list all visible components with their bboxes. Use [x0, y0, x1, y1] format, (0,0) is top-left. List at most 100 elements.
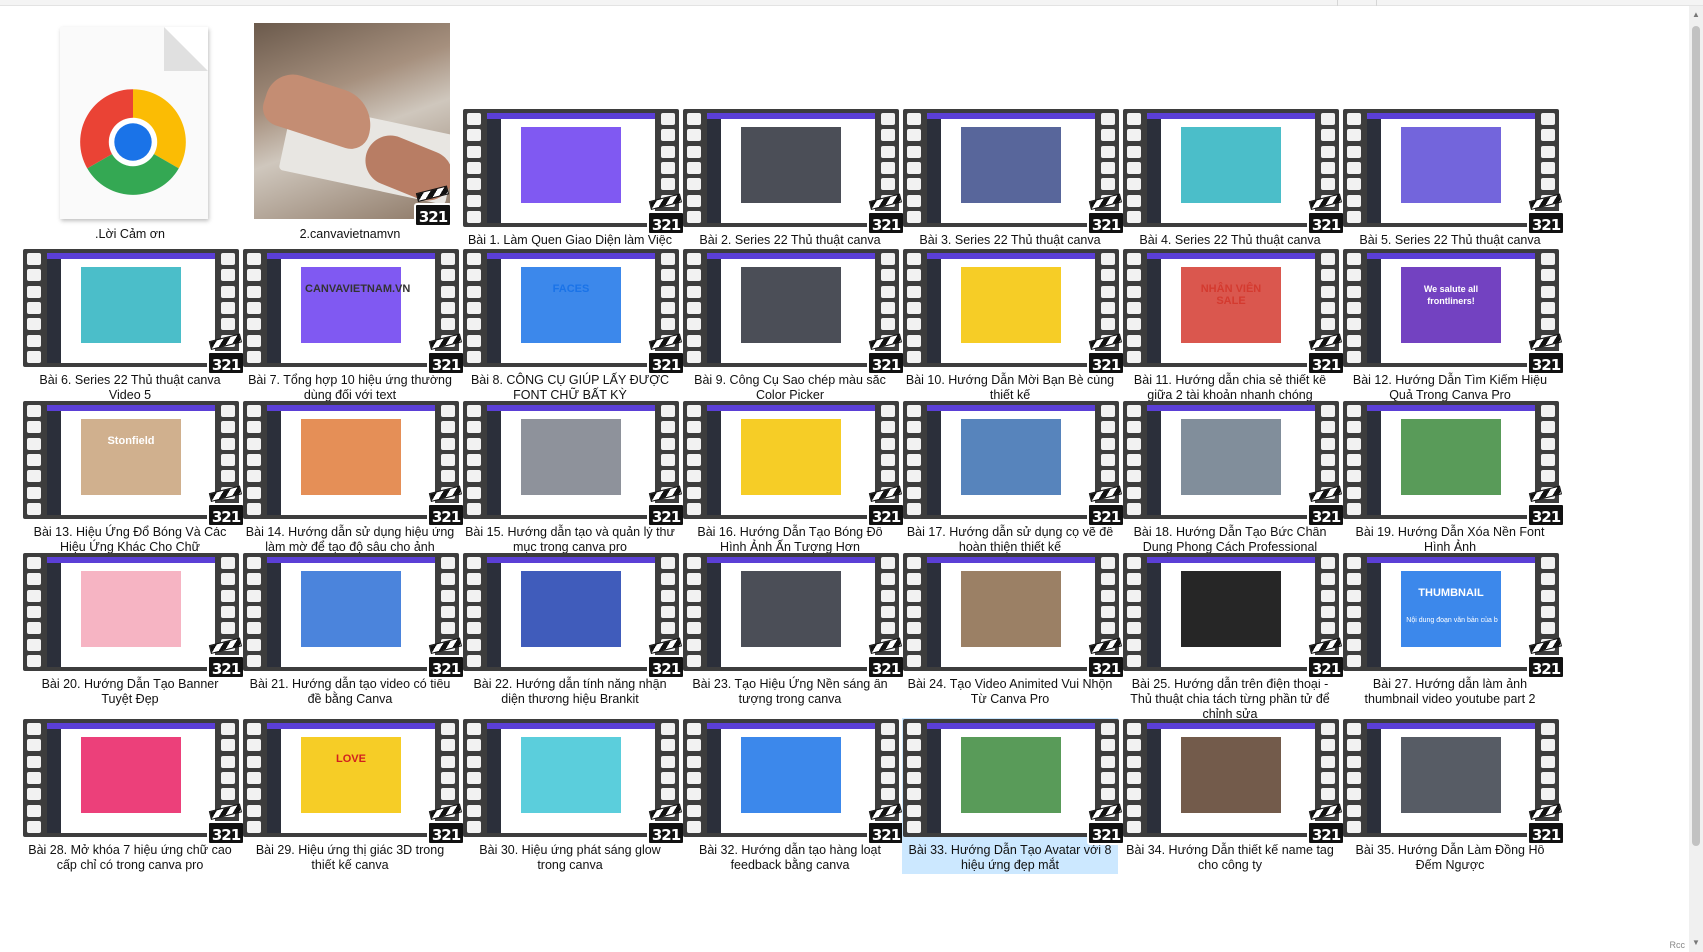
media-player-classic-icon: 321 — [1527, 803, 1565, 845]
video-preview — [707, 557, 875, 667]
video-preview — [487, 723, 655, 833]
video-file-item[interactable]: 321Bài 1. Làm Quen Giao Diện làm Việc Ca… — [462, 108, 685, 264]
video-file-item[interactable]: CANVAVIETNAM.VN 321 Bài 7. Tổng hợp 10 hiệ… — [242, 248, 465, 404]
film-strip-holes — [687, 405, 701, 515]
file-thumbnail: 321 — [903, 719, 1125, 845]
video-file-item[interactable]: 321Bài 5. Series 22 Thủ thuật canva Vide… — [1342, 108, 1565, 264]
video-file-item[interactable]: THUMBNAIL Nội dung đoạn văn bản của b 321 B… — [1342, 552, 1565, 708]
film-strip-holes — [1347, 405, 1361, 515]
video-file-item[interactable]: 321 Bài 16. Hướng Dẫn Tạo Bóng Đổ Hình Ản… — [682, 400, 905, 556]
file-thumbnail: 321 — [1123, 109, 1345, 235]
video-file-item[interactable]: 321 Bài 19. Hướng Dẫn Xóa Nền Font Hình Ả… — [1342, 400, 1565, 556]
video-preview — [267, 405, 435, 515]
video-file-item[interactable]: 321 Bài 17. Hướng dẫn sử dụng cọ vẽ để ho… — [902, 400, 1125, 556]
video-file-item[interactable]: NHÂN VIÊN SALE 321 Bài 11. Hướng dẫn chia … — [1122, 248, 1345, 404]
video-file-item[interactable]: 321 Bài 22. Hướng dẫn tính năng nhận diện… — [462, 552, 685, 708]
video-file-item[interactable]: Stonfield 321 Bài 13. Hiệu Ứng Đổ Bóng Và … — [22, 400, 245, 556]
file-thumbnail: 321 — [903, 249, 1125, 375]
video-preview — [1367, 405, 1535, 515]
video-preview: Stonfield — [47, 405, 215, 515]
badge-number: 321 — [1527, 503, 1565, 527]
video-file-item[interactable]: We salute all frontliners! 321 Bài 12. Hướ… — [1342, 248, 1565, 404]
badge-number: 321 — [647, 655, 685, 679]
video-file-item[interactable]: 321 Bài 14. Hướng dẫn sử dụng hiệu ứng là… — [242, 400, 465, 556]
video-file-item[interactable]: 321Bài 2. Series 22 Thủ thuật canva Vide… — [682, 108, 905, 264]
video-thumbnail: 321 — [1343, 401, 1565, 527]
file-name-label: Bài 21. Hướng dẫn tạo video có tiêu đề b… — [249, 677, 451, 706]
video-file-item[interactable]: 321Bài 4. Series 22 Thủ thuật canva Vide… — [1122, 108, 1345, 264]
file-name-label: Bài 24. Tạo Video Animited Vui Nhộn Từ C… — [907, 677, 1113, 706]
video-file-item[interactable]: 321 Bài 28. Mở khóa 7 hiệu ứng chữ cao cấ… — [22, 718, 245, 874]
badge-number: 321 — [1087, 821, 1125, 845]
media-player-classic-icon: 321 — [867, 485, 905, 527]
film-strip-holes — [687, 253, 701, 363]
file-name-label: Bài 23. Tạo Hiệu Ứng Nền sáng ấn tượng t… — [692, 677, 888, 706]
vertical-scrollbar[interactable]: ▲ ▼ — [1689, 6, 1703, 952]
badge-number: 321 — [867, 211, 905, 235]
file-thumbnail: 321 — [243, 401, 465, 527]
video-thumbnail: We salute all frontliners! 321 — [1343, 249, 1565, 375]
file-name-label: Bài 22. Hướng dẫn tính năng nhận diện th… — [473, 677, 667, 706]
video-preview — [707, 253, 875, 363]
video-file-item[interactable]: 321 Bài 30. Hiệu ứng phát sáng glow trong… — [462, 718, 685, 874]
badge-number: 321 — [207, 351, 245, 375]
thumbnail-subcaption: Nội dung đoạn văn bản của b — [1406, 617, 1498, 624]
video-thumbnail: THUMBNAIL Nội dung đoạn văn bản của b 321 — [1343, 553, 1565, 679]
badge-number: 321 — [1087, 655, 1125, 679]
video-file-item[interactable]: 321 Bài 18. Hướng Dẫn Tạo Bức Chân Dung P… — [1122, 400, 1345, 556]
video-file-item[interactable]: 321Bài 3. Series 22 Thủ thuật canva Vide… — [902, 108, 1125, 264]
thumbnail-caption: We salute all frontliners! — [1423, 284, 1479, 306]
thumbnail-caption: FACES — [552, 283, 590, 295]
file-name-label: Bài 8. CÔNG CỤ GIÚP LẤY ĐƯỢC FONT CHỮ BẤ… — [470, 373, 670, 402]
file-thumbnail: NHÂN VIÊN SALE 321 — [1123, 249, 1345, 375]
video-file-item[interactable]: 321 Bài 15. Hướng dẫn tạo và quản lý thư … — [462, 400, 685, 556]
status-text: Rcc — [1669, 940, 1686, 950]
file-thumbnail: 321 — [683, 719, 905, 845]
scroll-up-icon[interactable]: ▲ — [1689, 8, 1703, 22]
file-thumbnail: 321 — [903, 401, 1125, 527]
video-file-item[interactable]: 321 Bài 25. Hướng dẫn trên điện thoại - T… — [1122, 552, 1345, 723]
video-file-item[interactable]: 321 Bài 32. Hướng dẫn tạo hàng loạt feedb… — [682, 718, 905, 874]
video-thumbnail: 321 — [1123, 719, 1345, 845]
scroll-down-icon[interactable]: ▼ — [1689, 936, 1703, 950]
video-file-item[interactable]: FACES 321 Bài 8. CÔNG CỤ GIÚP LẤY ĐƯỢC FON… — [462, 248, 685, 404]
video-thumbnail: 321 — [903, 109, 1125, 235]
media-player-classic-icon: 321 — [647, 803, 685, 845]
video-thumbnail: 321 — [903, 401, 1125, 527]
video-preview: NHÂN VIÊN SALE — [1147, 253, 1315, 363]
video-file-item[interactable]: 321 Bài 35. Hướng Dẫn Làm Đồng Hồ Đếm Ngư… — [1342, 718, 1565, 874]
badge-number: 321 — [647, 503, 685, 527]
scrollbar-thumb[interactable] — [1692, 26, 1700, 846]
video-file-item[interactable]: 321 Bài 20. Hướng Dẫn Tạo Banner Tuyệt Đẹ… — [22, 552, 245, 708]
file-item[interactable]: .Lời Cảm ơn — [22, 20, 238, 243]
media-player-classic-icon: 321 — [1307, 193, 1345, 235]
film-strip-holes — [27, 405, 41, 515]
video-file-item[interactable]: 321 Bài 34. Hướng Dẫn thiết kế name tag c… — [1122, 718, 1345, 874]
video-file-item[interactable]: 321 Bài 23. Tạo Hiệu Ứng Nền sáng ấn tượn… — [682, 552, 905, 708]
video-file-item[interactable]: 321 Bài 21. Hướng dẫn tạo video có tiêu đ… — [242, 552, 465, 708]
file-item[interactable]: 321 2.canvavietnamvn — [242, 20, 458, 243]
video-thumbnail: 321 — [683, 553, 905, 679]
video-file-item[interactable]: LOVE 321 Bài 29. Hiệu ứng thị giác 3D tron… — [242, 718, 465, 874]
film-strip-holes — [467, 557, 481, 667]
badge-number: 321 — [1087, 351, 1125, 375]
video-file-item[interactable]: 321 Bài 6. Series 22 Thủ thuật canva Vide… — [22, 248, 245, 404]
video-file-item[interactable]: 321 Bài 24. Tạo Video Animited Vui Nhộn T… — [902, 552, 1125, 708]
video-preview — [927, 113, 1095, 223]
media-player-classic-icon: 321 — [1307, 637, 1345, 679]
video-thumbnail: FACES 321 — [463, 249, 685, 375]
video-preview — [1147, 557, 1315, 667]
video-file-item[interactable]: 321 Bài 10. Hướng Dẫn Mời Bạn Bè cùng thi… — [902, 248, 1125, 404]
video-file-item[interactable]: 321 Bài 33. Hướng Dẫn Tạo Avatar với 8 hi… — [902, 718, 1125, 874]
video-thumbnail: 321 — [683, 249, 905, 375]
file-thumbnail: Stonfield 321 — [23, 401, 245, 527]
media-player-classic-icon: 321 — [1527, 193, 1565, 235]
video-preview — [1147, 723, 1315, 833]
media-player-classic-icon: 321 — [1307, 333, 1345, 375]
video-file-item[interactable]: 321 Bài 9. Công Cụ Sao chép màu sắc Color… — [682, 248, 905, 404]
video-thumbnail: 321 — [243, 401, 465, 527]
file-thumbnail: 321 — [1123, 401, 1345, 527]
film-strip-holes — [1127, 405, 1141, 515]
file-name-label: Bài 16. Hướng Dẫn Tạo Bóng Đổ Hình Ảnh Ấ… — [697, 525, 883, 554]
file-name-label: Bài 15. Hướng dẫn tạo và quản lý thư mục… — [465, 525, 675, 554]
